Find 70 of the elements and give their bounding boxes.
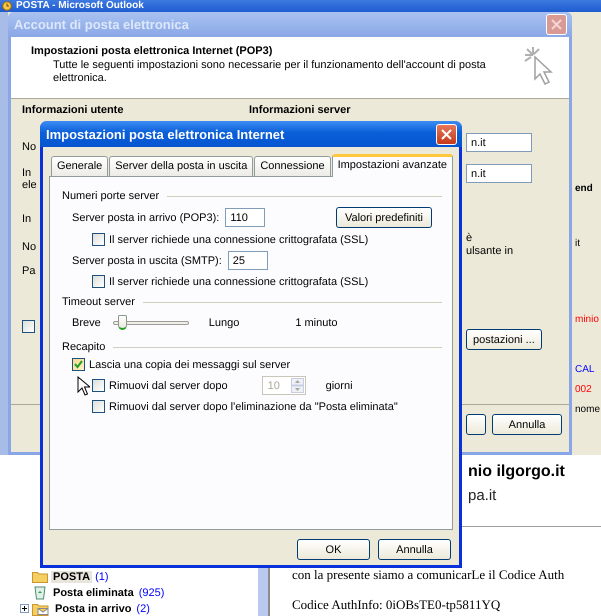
folder-name[interactable]: POSTA xyxy=(51,570,92,582)
sender-address: pa.it xyxy=(468,487,496,504)
slider-max-label: Lungo xyxy=(208,317,240,329)
checkbox[interactable] xyxy=(72,358,85,371)
folder-icon xyxy=(32,570,48,583)
unread-count: (925) xyxy=(138,586,164,598)
cell-text-fragment: CAL xyxy=(575,364,594,376)
expand-icon[interactable] xyxy=(20,604,29,613)
tab[interactable]: Generale xyxy=(51,156,108,176)
close-button[interactable] xyxy=(436,124,457,144)
mouse-pointer-icon xyxy=(77,376,90,396)
unread-count: (1) xyxy=(95,570,109,582)
slider-min-label: Breve xyxy=(72,317,101,329)
dialog-button[interactable]: OK xyxy=(297,539,370,560)
tab[interactable]: Connessione xyxy=(254,156,331,176)
text-fragment: ulsante in xyxy=(466,245,514,257)
window-title: Impostazioni posta elettronica Internet xyxy=(46,126,284,142)
tab[interactable]: Server della posta in uscita xyxy=(109,156,254,176)
trash-can-icon xyxy=(32,585,48,600)
label-fragment: In xyxy=(22,167,32,179)
cancel-button[interactable]: Annulla xyxy=(492,414,562,435)
field-label: Server posta in arrivo (POP3): xyxy=(72,212,220,224)
text-fragment: è xyxy=(466,232,472,244)
cell-text-fragment: nome xyxy=(575,404,600,416)
message-text: Codice AuthInfo: 0iOBsTE0-tp5811YQ xyxy=(292,597,502,613)
cell-text-fragment: end xyxy=(575,183,593,195)
defaults-button[interactable]: Valori predefiniti xyxy=(336,207,432,228)
label-fragment: ele xyxy=(22,179,37,191)
label-fragment: Pa xyxy=(22,265,36,277)
tab[interactable]: Impostazioni avanzate xyxy=(332,154,454,177)
message-text: con la presente siamo a comunicarLe il Codice Auth xyxy=(292,567,564,583)
header-description: Tutte le seguenti impostazioni sono necessarie per il funzionamento dell'account di posta elettronica. xyxy=(52,59,487,85)
checkbox[interactable] xyxy=(92,275,105,288)
input-field[interactable]: n.it xyxy=(466,164,532,183)
cell-text-fragment: 002 xyxy=(575,384,592,396)
unit-label: giorni xyxy=(326,380,353,392)
cell-text-fragment: minio xyxy=(575,314,599,326)
clock-icon xyxy=(2,1,12,11)
dialog-button[interactable]: Annulla xyxy=(378,539,451,560)
header-title: Impostazioni posta elettronica Internet (POP3) xyxy=(31,45,274,57)
label-fragment: In xyxy=(22,213,32,225)
checkbox-label[interactable]: Il server richiede una connessione crittografata (SSL) xyxy=(109,276,368,288)
checkbox[interactable] xyxy=(92,233,105,246)
input-field[interactable]: 25 xyxy=(228,251,268,270)
folder-name[interactable]: Posta in arrivo xyxy=(53,602,134,614)
group-heading: Numeri porte server xyxy=(62,190,160,202)
dialog-button[interactable] xyxy=(466,414,486,435)
window-title: POSTA - Microsoft Outlook xyxy=(16,0,144,12)
unread-count: (2) xyxy=(136,602,150,614)
settings-button[interactable]: postazioni ... xyxy=(466,329,542,350)
section-heading: Informazioni server xyxy=(249,104,350,116)
checkbox-label[interactable]: Il server richiede una connessione crittografata (SSL) xyxy=(109,234,368,246)
slider-value: 1 minuto xyxy=(295,317,338,329)
checkbox[interactable] xyxy=(92,400,105,413)
cell-text-fragment: it xyxy=(575,238,580,250)
input-field[interactable]: n.it xyxy=(466,133,532,152)
label-fragment: No xyxy=(22,141,36,153)
folder-name[interactable]: Posta eliminata xyxy=(51,586,136,598)
field-label: Server posta in uscita (SMTP): xyxy=(72,254,222,266)
checkbox-label[interactable]: Rimuovi dal server dopo l'eliminazione da "Posta eliminata" xyxy=(109,400,398,412)
section-heading: Informazioni utente xyxy=(22,104,124,116)
group-heading: Timeout server xyxy=(62,296,135,308)
label-fragment: No xyxy=(22,241,36,253)
window-title: Account di posta elettronica xyxy=(14,17,189,32)
slider-thumb[interactable] xyxy=(118,315,128,330)
checkbox-label[interactable]: Lascia una copia dei messaggi sul server xyxy=(89,358,290,370)
checkbox[interactable] xyxy=(22,320,35,333)
input-field[interactable]: 110 xyxy=(225,208,266,227)
group-heading: Recapito xyxy=(62,341,106,353)
sender-name: nio ilgorgo.it xyxy=(468,463,565,481)
